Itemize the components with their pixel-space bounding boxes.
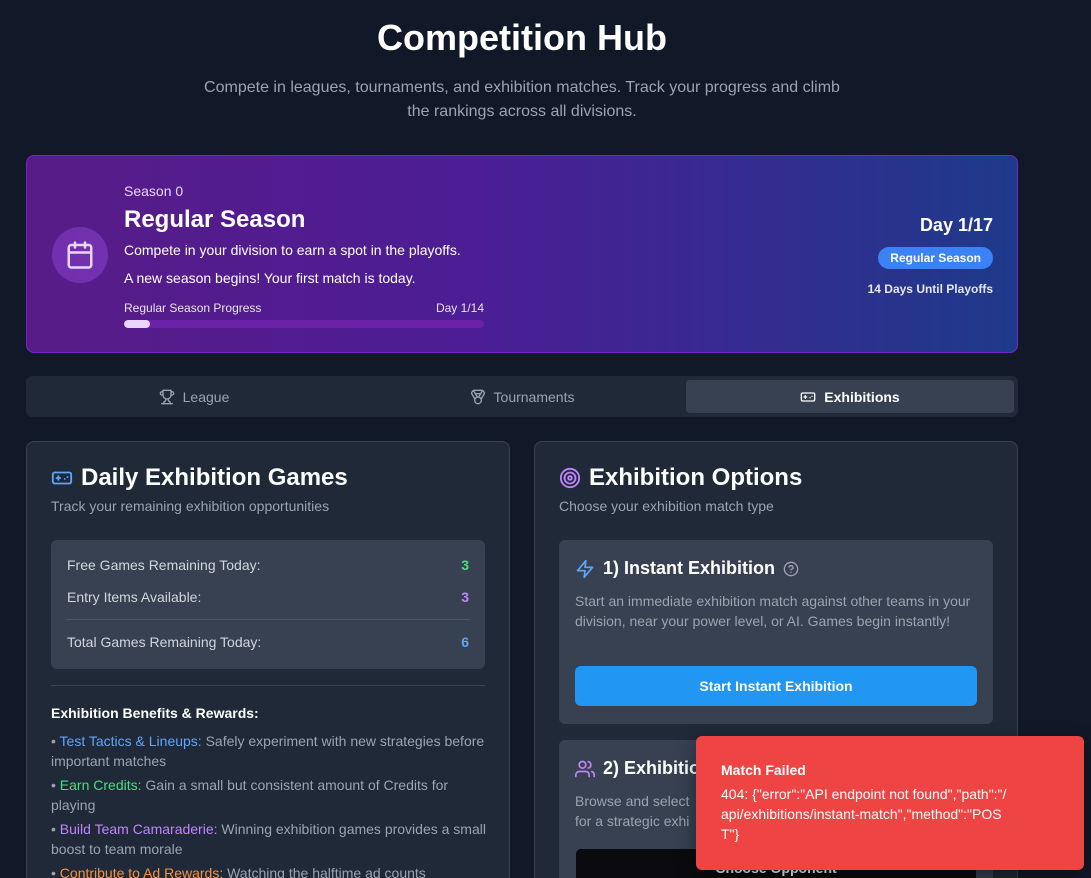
benefit-text: Watching the halftime ad counts [223, 865, 426, 878]
season-progress-fill [124, 320, 150, 328]
season-label: Season 0 [124, 183, 184, 199]
stat-label: Free Games Remaining Today: [67, 557, 261, 573]
competition-tabs: League Tournaments Exhibitions [26, 376, 1018, 417]
exhibition-options-title: Exhibition Options [589, 464, 803, 491]
exhibition-options-subtitle: Choose your exhibition match type [559, 498, 774, 514]
stat-value: 3 [461, 557, 469, 573]
page-subtitle: Compete in leagues, tournaments, and exh… [204, 79, 840, 120]
progress-label: Regular Season Progress [124, 301, 262, 315]
target-icon [559, 467, 581, 489]
tab-tournaments-label: Tournaments [493, 388, 575, 405]
benefit-item: • Test Tactics & Lineups: Safely experim… [51, 733, 485, 769]
benefit-name: Contribute to Ad Rewards: [59, 865, 224, 878]
competition-hub-page: Competition Hub Compete in leagues, tour… [0, 0, 1091, 878]
benefit-name: Test Tactics & Lineups: [59, 733, 202, 749]
tab-tournaments[interactable]: Tournaments [358, 380, 686, 413]
start-instant-exhibition-button[interactable]: Start Instant Exhibition [575, 666, 977, 706]
toast-title: Match Failed [721, 762, 806, 778]
days-until-playoffs: 14 Days Until Playoffs [867, 282, 993, 296]
exhibition-options-heading: Exhibition Options [559, 464, 802, 492]
section-divider [51, 685, 485, 686]
daily-exhibition-subtitle: Track your remaining exhibition opportun… [51, 498, 330, 514]
gamepad-icon [51, 471, 73, 485]
instant-exhibition-heading: 1) Instant Exhibition [575, 558, 799, 579]
tab-exhibitions-label: Exhibitions [824, 388, 900, 405]
page-title: Competition Hub [377, 17, 667, 58]
trophy-icon [159, 389, 174, 404]
error-toast[interactable]: Match Failed 404: {"error":"API endpoint… [696, 736, 1084, 870]
gamepad-icon [800, 391, 816, 402]
stat-row-free-games: Free Games Remaining Today: 3 [67, 557, 469, 573]
progress-day: Day 1/14 [435, 301, 484, 315]
benefit-item: • Build Team Camaraderie: Winning exhibi… [51, 821, 486, 857]
instant-exhibition-option: 1) Instant Exhibition Start an immediate… [559, 540, 993, 724]
tab-exhibitions[interactable]: Exhibitions [686, 380, 1014, 413]
choose-opponent-heading: 2) Exhibition [575, 758, 711, 779]
tab-league[interactable]: League [30, 380, 358, 413]
instant-exhibition-description: Start an immediate exhibition match agai… [575, 593, 971, 629]
lightning-icon [576, 559, 594, 578]
help-icon[interactable] [783, 561, 799, 577]
stat-value: 3 [461, 589, 469, 605]
season-banner: Season 0 Regular Season Compete in your … [26, 155, 1018, 353]
day-count: Day 1/17 [919, 215, 993, 235]
tab-league-label: League [182, 388, 230, 405]
calendar-icon [67, 241, 93, 269]
stat-label: Entry Items Available: [67, 589, 202, 605]
benefit-name: Earn Credits: [59, 777, 142, 793]
phase-badge: Regular Season [878, 247, 993, 269]
season-name: Regular Season [124, 206, 306, 233]
season-note: A new season begins! Your first match is… [124, 270, 416, 286]
stat-row-total-games: Total Games Remaining Today: 6 [67, 634, 469, 650]
stat-value: 6 [461, 634, 469, 650]
medal-icon [470, 389, 485, 404]
benefits-title: Exhibition Benefits & Rewards: [51, 705, 259, 721]
daily-exhibition-card: Daily Exhibition Games Track your remain… [26, 441, 510, 878]
daily-exhibition-title: Daily Exhibition Games [81, 464, 348, 491]
toast-message: 404: {"error":"API endpoint not found","… [721, 786, 1007, 842]
stat-row-entry-items: Entry Items Available: 3 [67, 589, 469, 605]
season-progress-bar [124, 320, 484, 328]
stats-divider [67, 619, 469, 620]
season-description: Compete in your division to earn a spot … [124, 242, 461, 258]
games-remaining-panel: Free Games Remaining Today: 3 Entry Item… [51, 540, 485, 669]
instant-exhibition-title: 1) Instant Exhibition [603, 558, 776, 578]
benefit-item: • Contribute to Ad Rewards: Watching the… [51, 863, 491, 878]
benefit-name: Build Team Camaraderie: [59, 821, 218, 837]
benefit-item: • Earn Credits: Gain a small but consist… [51, 777, 449, 813]
stat-label: Total Games Remaining Today: [67, 634, 262, 650]
daily-exhibition-heading: Daily Exhibition Games [51, 464, 348, 492]
users-icon [575, 760, 595, 777]
season-icon-container [52, 227, 108, 283]
choose-opponent-title: 2) Exhibition [603, 758, 711, 778]
